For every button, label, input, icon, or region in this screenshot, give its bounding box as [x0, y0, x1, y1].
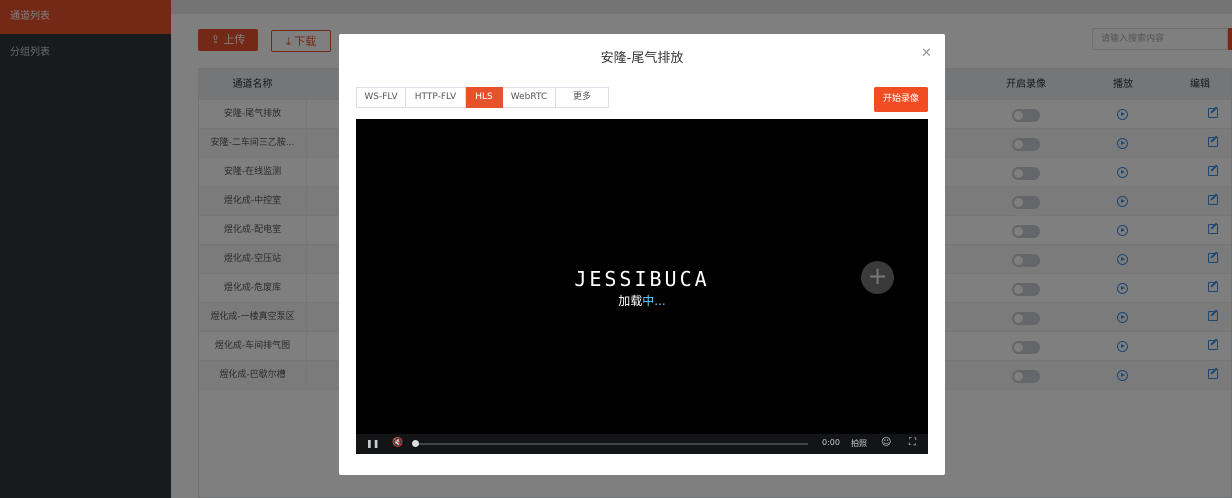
mute-icon[interactable]: 🔇	[392, 438, 403, 448]
tab-more[interactable]: 更多	[556, 87, 609, 108]
video-dialog: 安隆-尾气排放 ✕ WS-FLV HTTP-FLV HLS WebRTC 更多 …	[339, 34, 945, 475]
progress-knob[interactable]	[412, 440, 419, 447]
pause-icon[interactable]: ❚❚	[366, 439, 379, 448]
screenshot-button[interactable]: 拍照	[851, 438, 867, 449]
player-logo: JESSIBUCA	[574, 267, 710, 291]
tab-webrtc[interactable]: WebRTC	[503, 87, 556, 108]
player-controls: ❚❚ 🔇 0:00 拍照 ☺ ⛶	[356, 434, 928, 454]
tab-http-flv[interactable]: HTTP-FLV	[406, 87, 466, 108]
smile-icon[interactable]: ☺	[881, 437, 891, 448]
loading-text: 加载中...	[356, 292, 928, 309]
dialog-title: 安隆-尾气排放	[600, 51, 684, 66]
fullscreen-icon[interactable]: ⛶	[909, 437, 916, 448]
zoom-plus-icon[interactable]: +	[861, 261, 894, 294]
video-player[interactable]: JESSIBUCA 加载中... + ❚❚ 🔇 0:00 拍照 ☺ ⛶	[356, 119, 928, 454]
progress-bar[interactable]	[414, 443, 808, 445]
protocol-tabs: WS-FLV HTTP-FLV HLS WebRTC 更多	[356, 87, 609, 108]
tab-hls[interactable]: HLS	[466, 87, 503, 108]
tab-ws-flv[interactable]: WS-FLV	[356, 87, 406, 108]
time-display: 0:00	[822, 438, 840, 447]
start-recording-button[interactable]: 开始录像	[874, 87, 928, 112]
loading-suffix: 中...	[642, 294, 666, 308]
close-icon[interactable]: ✕	[921, 46, 932, 61]
loading-prefix: 加载	[618, 294, 643, 308]
